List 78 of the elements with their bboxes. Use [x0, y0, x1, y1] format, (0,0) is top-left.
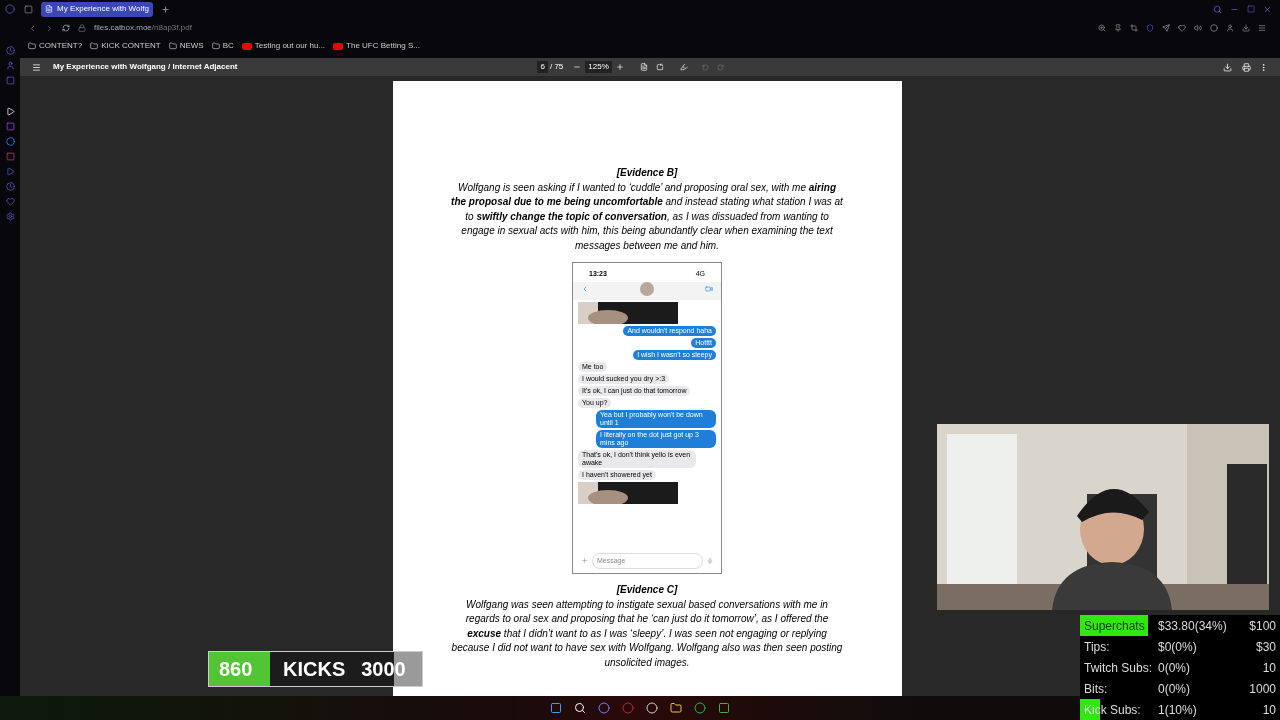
- zoom-field[interactable]: 125%: [585, 61, 612, 73]
- lock-icon: [78, 24, 86, 32]
- goal-target: $100: [1249, 617, 1276, 635]
- goal-value: 0(0%): [1158, 659, 1190, 677]
- goal-value: $0(0%): [1158, 638, 1197, 656]
- fit-page-icon[interactable]: [639, 63, 648, 71]
- bookmark[interactable]: CONTENT?: [39, 40, 83, 52]
- heart-icon[interactable]: [1178, 24, 1186, 32]
- tab-islands-icon[interactable]: [24, 4, 33, 14]
- annotate-icon[interactable]: [679, 63, 688, 71]
- reload-icon[interactable]: [62, 24, 70, 32]
- send-icon[interactable]: [1162, 24, 1170, 32]
- video-icon: [333, 42, 344, 50]
- undo-icon[interactable]: [701, 63, 709, 71]
- bookmark[interactable]: KICK CONTENT: [101, 40, 161, 52]
- goal-value: 0(0%): [1158, 680, 1190, 698]
- folder-icon[interactable]: [670, 702, 682, 714]
- print-icon[interactable]: [1242, 62, 1251, 72]
- zoom-out-icon[interactable]: [573, 63, 582, 71]
- maximize-icon[interactable]: [1247, 5, 1255, 13]
- redo-icon[interactable]: [716, 63, 724, 71]
- add-icon: [581, 557, 588, 565]
- browser-tab[interactable]: My Experience with Wolfg: [41, 1, 153, 17]
- speed-dial-icon[interactable]: [5, 46, 15, 55]
- browser-logo-icon[interactable]: [5, 4, 15, 14]
- paragraph: Wolfgang is seen asking if I wanted to ‘cuddle’ and proposing oral sex, with me airing the proposal due to me being uncomfortable and instead stating what station I was at to swiftly change the topic of conversation, as I was dissuaded from wanting to engage in sexual acts with him, this being abundantly clear when examining the text messages between me and him.: [451, 180, 843, 253]
- pin-icon[interactable]: [1114, 24, 1122, 32]
- goal-value: $33.80(34%): [1158, 617, 1227, 635]
- zoom-icon[interactable]: [1098, 24, 1106, 32]
- sidebar-menu-icon[interactable]: [32, 62, 41, 72]
- bookmark[interactable]: Testing out our hu...: [254, 40, 326, 52]
- account-icon[interactable]: [1226, 24, 1234, 32]
- rotate-icon[interactable]: [655, 63, 664, 71]
- speaker-icon[interactable]: [1194, 24, 1202, 32]
- folder-icon: [28, 42, 36, 50]
- document-icon: [45, 5, 53, 13]
- app-icon[interactable]: [5, 107, 15, 116]
- goal-target: 1000: [1249, 680, 1276, 698]
- player-icon[interactable]: [5, 167, 15, 176]
- zoom-in-icon[interactable]: [615, 63, 624, 71]
- profile-icon[interactable]: [5, 61, 15, 70]
- goal-value: 1(10%): [1158, 701, 1197, 719]
- back-icon: [581, 284, 589, 293]
- shield-icon[interactable]: [1146, 24, 1154, 32]
- folder-icon: [211, 42, 220, 50]
- goal-target: 10: [1262, 659, 1276, 677]
- document-title: My Experience with Wolfgang / Internet Adjacent: [53, 61, 238, 73]
- download-icon[interactable]: [1242, 24, 1250, 32]
- goal-label: KICKS: [283, 657, 346, 682]
- goal-target: 10: [1262, 701, 1276, 719]
- contact-avatar: [640, 281, 654, 296]
- close-icon[interactable]: [1263, 4, 1272, 14]
- address-field[interactable]: files.catbox.moe/n8ap3f.pdf: [94, 22, 192, 34]
- back-icon[interactable]: [28, 23, 37, 33]
- more-icon[interactable]: [1259, 62, 1268, 72]
- page-number-field[interactable]: 6: [537, 61, 548, 73]
- folder-icon: [90, 42, 99, 50]
- new-tab-icon[interactable]: [160, 4, 170, 14]
- forward-icon[interactable]: [45, 23, 54, 33]
- video-icon: [241, 42, 252, 50]
- menu-icon[interactable]: [1258, 24, 1266, 32]
- section-heading: [Evidence C]: [616, 583, 678, 597]
- search-icon[interactable]: [574, 702, 586, 714]
- paragraph: Wolfgang was seen attempting to instigate sexual based conversations with me in regards to oral sex and proposing that he ‘can just do it tomorrow’, as I offered the excuse that I didn’t want to as I was ‘sleepy’. I was seen not engaging or replying because I did not want to have sex with Wolfgang. Wolfgang also was then seen posting unsolicited images.: [451, 597, 843, 670]
- goal-target: $30: [1255, 638, 1276, 656]
- bookmark[interactable]: BC: [222, 40, 234, 52]
- download-icon[interactable]: [1223, 62, 1232, 72]
- goal-current: 860: [219, 657, 254, 682]
- folder-icon: [168, 42, 177, 50]
- bookmark[interactable]: The UFC Betting S...: [346, 40, 420, 52]
- panel-icon[interactable]: [5, 76, 15, 85]
- section-heading: [Evidence B]: [616, 166, 678, 180]
- bookmark[interactable]: NEWS: [179, 40, 204, 52]
- settings-icon[interactable]: [5, 212, 15, 221]
- history-icon[interactable]: [5, 182, 15, 191]
- mic-icon: [707, 557, 713, 564]
- video-icon: [705, 284, 713, 293]
- page-total: / 75: [549, 61, 564, 73]
